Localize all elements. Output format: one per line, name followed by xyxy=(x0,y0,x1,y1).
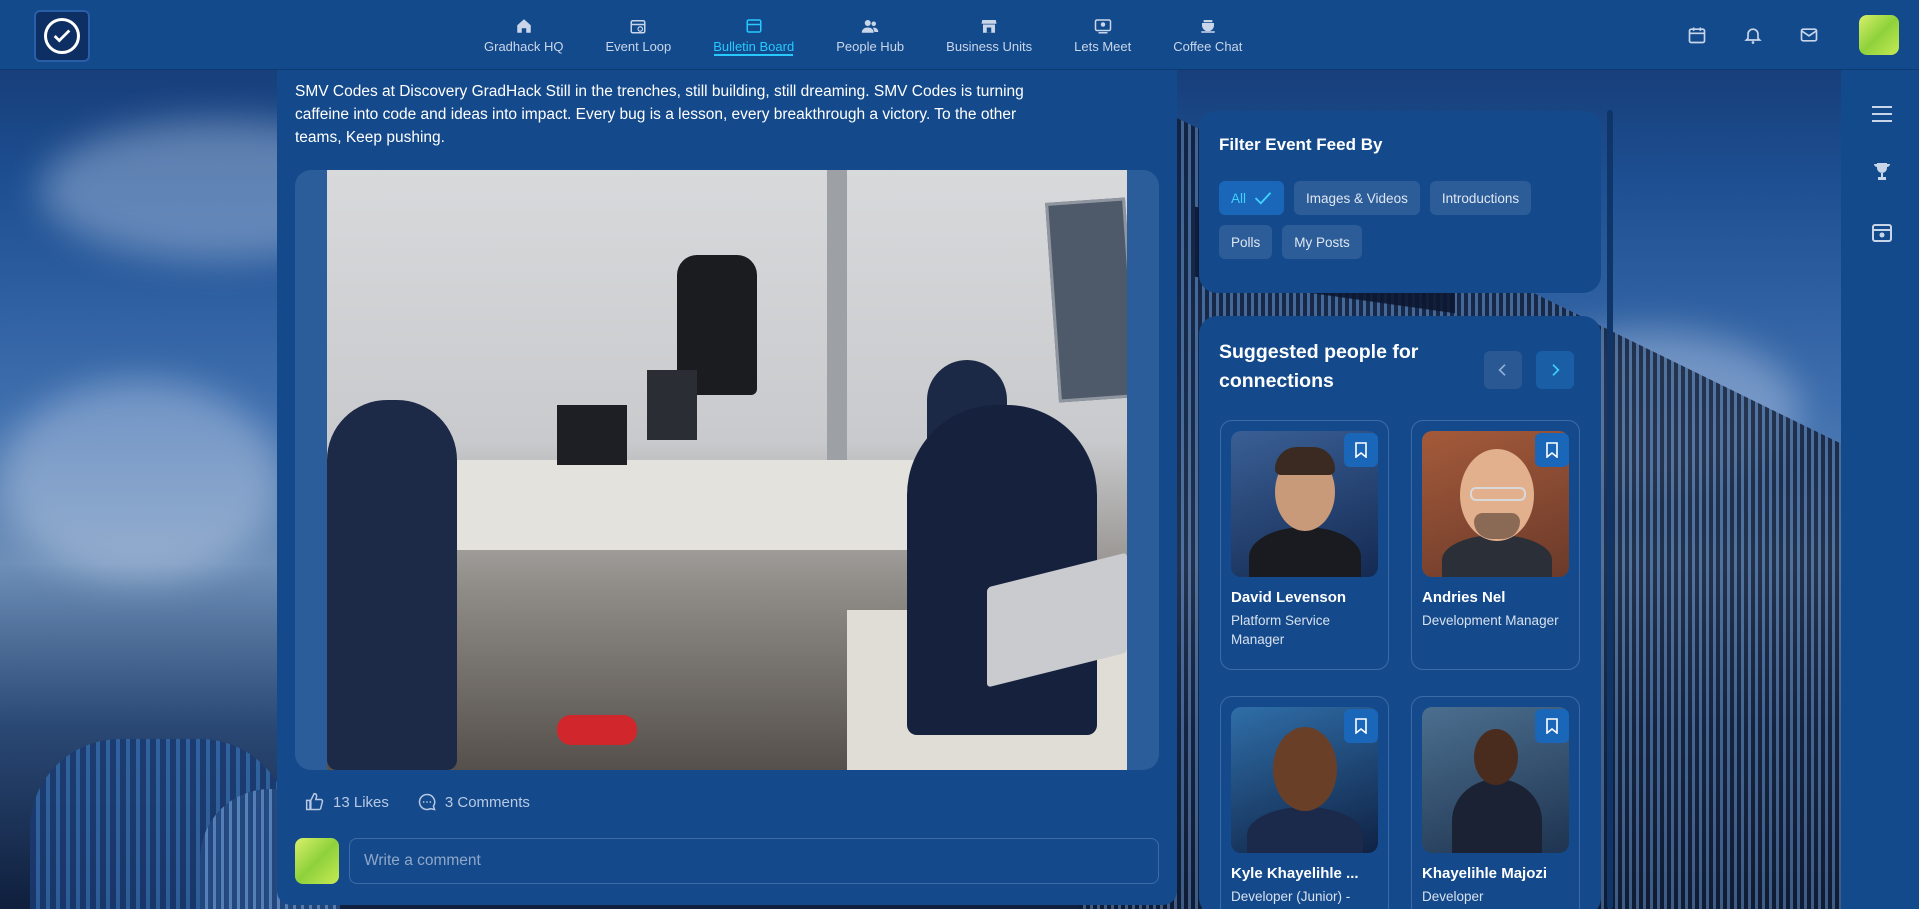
chip-label: Introductions xyxy=(1441,190,1520,206)
nav-label: Coffee Chat xyxy=(1173,38,1243,54)
chevron-right-icon xyxy=(1552,364,1560,376)
nav-label: Event Loop xyxy=(605,38,672,54)
comment-composer xyxy=(295,837,1159,885)
filter-chips: All Images & Videos Introductions Polls … xyxy=(1219,181,1589,259)
nav-label: Gradhack HQ xyxy=(484,38,564,54)
person-name: David Levenson xyxy=(1231,589,1347,606)
post-body-text: SMV Codes at Discovery GradHack Still in… xyxy=(295,83,1024,146)
person-name: Andries Nel xyxy=(1422,589,1506,606)
person-name: Khayelihle Majozi xyxy=(1422,865,1548,882)
nav-bulletin-board[interactable]: Bulletin Board xyxy=(692,0,815,70)
bookmark-button[interactable] xyxy=(1344,709,1378,743)
nav-people-hub[interactable]: People Hub xyxy=(815,0,925,70)
chip-label: Polls xyxy=(1231,234,1261,250)
person-role: Developer (Junior) - xyxy=(1231,889,1351,904)
comments-count: 3 Comments xyxy=(444,793,530,811)
likes-count: 13 Likes xyxy=(333,793,389,811)
post-photo xyxy=(327,170,1127,770)
filter-card: Filter Event Feed By All Images & Videos… xyxy=(1199,111,1601,293)
filter-chip-my-posts[interactable]: My Posts xyxy=(1282,225,1362,259)
chip-label: My Posts xyxy=(1294,234,1350,250)
home-icon xyxy=(516,18,531,33)
person-card[interactable]: Andries Nel Development Manager xyxy=(1411,420,1580,670)
bookmark-button[interactable] xyxy=(1535,433,1569,467)
like-button[interactable]: 13 Likes xyxy=(305,792,389,812)
calendar-event-icon[interactable] xyxy=(1870,220,1894,244)
nav-label: People Hub xyxy=(836,38,905,54)
feed-post: SMV Codes at Discovery GradHack Still in… xyxy=(277,60,1177,905)
commenter-avatar xyxy=(295,838,339,884)
suggested-title: Suggested people for connections xyxy=(1219,341,1419,392)
top-navbar: Gradhack HQ Event Loop Bulletin Board Pe… xyxy=(0,0,1919,70)
nav-label: Business Units xyxy=(946,38,1033,54)
carousel-prev-button[interactable] xyxy=(1484,351,1522,389)
comments-button[interactable]: 3 Comments xyxy=(417,792,530,812)
comment-input[interactable] xyxy=(349,838,1159,884)
people-icon xyxy=(861,19,879,33)
nav-gradhack-hq[interactable]: Gradhack HQ xyxy=(463,0,584,70)
chip-label: All xyxy=(1231,190,1247,206)
person-card[interactable]: Khayelihle Majozi Developer xyxy=(1411,696,1580,909)
filter-title: Filter Event Feed By xyxy=(1219,135,1383,154)
person-role: Platform Service Manager xyxy=(1231,613,1331,647)
hamburger-menu-icon[interactable] xyxy=(1870,102,1894,126)
nav-label: Bulletin Board xyxy=(713,38,795,54)
bookmark-button[interactable] xyxy=(1535,709,1569,743)
filter-chip-all[interactable]: All xyxy=(1219,181,1285,215)
nav-event-loop[interactable]: Event Loop xyxy=(584,0,692,70)
comment-bubble-icon xyxy=(418,793,436,811)
filter-chip-images-videos[interactable]: Images & Videos xyxy=(1294,181,1420,215)
bookmark-button[interactable] xyxy=(1344,433,1378,467)
sidebar-scrollbar[interactable] xyxy=(1607,110,1613,909)
carousel-next-button[interactable] xyxy=(1536,351,1574,389)
coffee-icon xyxy=(1201,19,1215,33)
main-nav: Gradhack HQ Event Loop Bulletin Board Pe… xyxy=(463,0,1263,70)
filter-chip-polls[interactable]: Polls xyxy=(1219,225,1273,259)
post-actions: 13 Likes 3 Comments xyxy=(305,791,530,813)
chip-label: Images & Videos xyxy=(1306,190,1408,206)
nav-coffee-chat[interactable]: Coffee Chat xyxy=(1152,0,1263,70)
person-role: Development Manager xyxy=(1422,613,1559,628)
post-media[interactable] xyxy=(295,170,1159,770)
person-card[interactable]: David Levenson Platform Service Manager xyxy=(1220,420,1389,670)
suggested-people-card: Suggested people for connections David L… xyxy=(1199,316,1601,909)
user-avatar[interactable] xyxy=(1859,15,1899,55)
right-rail xyxy=(1841,70,1919,909)
calendar-icon[interactable] xyxy=(1687,25,1707,45)
nav-lets-meet[interactable]: Lets Meet xyxy=(1053,0,1152,70)
logo-badge-icon xyxy=(44,18,80,54)
top-right-actions xyxy=(1669,0,1899,70)
thumbs-up-icon xyxy=(305,792,324,811)
chevron-left-icon xyxy=(1498,364,1506,376)
check-icon xyxy=(1254,192,1272,205)
bell-icon[interactable] xyxy=(1743,25,1763,45)
trophy-icon[interactable] xyxy=(1870,160,1894,184)
person-card[interactable]: Kyle Khayelihle ... Developer (Junior) - xyxy=(1220,696,1389,909)
nav-label: Lets Meet xyxy=(1074,38,1132,54)
bookmark-icon xyxy=(1355,718,1367,734)
bookmark-icon xyxy=(1546,718,1558,734)
board-icon xyxy=(746,18,762,33)
person-name: Kyle Khayelihle ... xyxy=(1231,865,1359,882)
nav-business-units[interactable]: Business Units xyxy=(925,0,1053,70)
store-icon xyxy=(981,19,997,33)
person-role: Developer xyxy=(1422,889,1484,904)
bookmark-icon xyxy=(1355,442,1367,458)
filter-chip-introductions[interactable]: Introductions xyxy=(1429,181,1532,215)
mail-icon[interactable] xyxy=(1799,25,1819,45)
video-meeting-icon xyxy=(1094,18,1111,33)
bookmark-icon xyxy=(1546,442,1558,458)
app-logo[interactable] xyxy=(34,10,90,62)
calendar-clock-icon xyxy=(630,19,646,33)
